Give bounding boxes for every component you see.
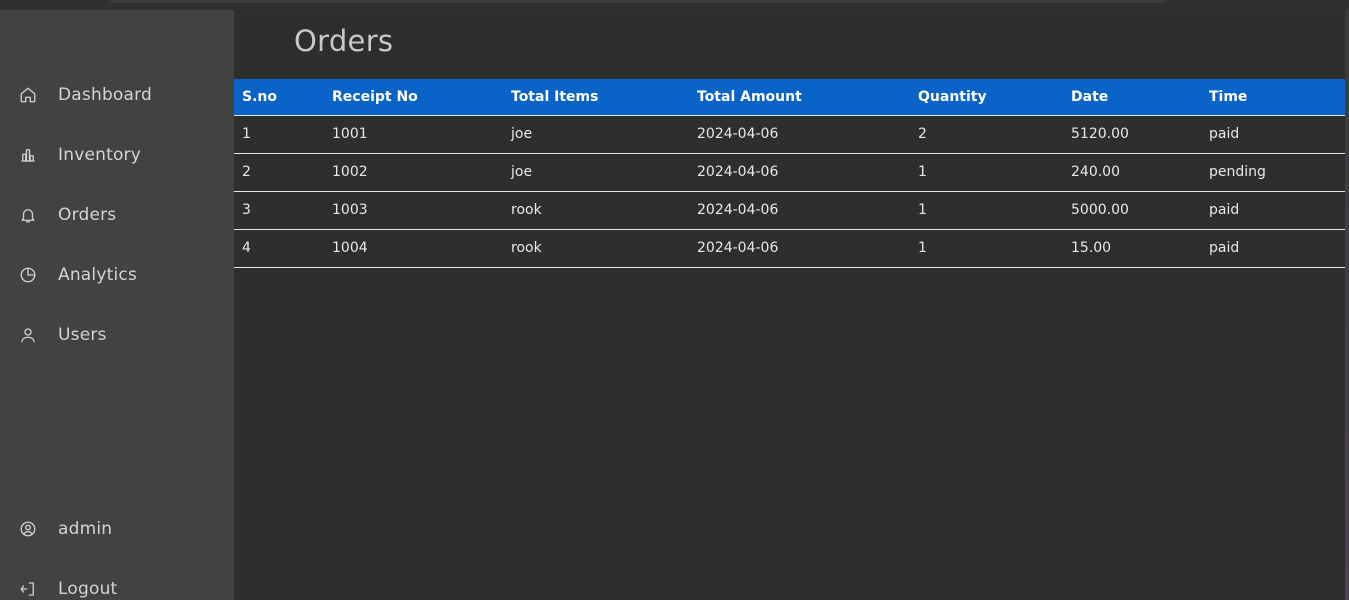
table-row[interactable]: 2 1002 joe 2024-04-06 1 240.00 pending [234, 152, 1345, 191]
account-label: admin [58, 519, 113, 539]
bell-icon [19, 206, 37, 224]
cell-sno: 3 [234, 190, 324, 229]
logout-icon [19, 580, 37, 598]
sidebar-item-inventory[interactable]: Inventory [0, 135, 234, 175]
cell-date: 15.00 [1063, 228, 1201, 268]
logout-label: Logout [58, 579, 118, 599]
column-header-quantity: Quantity [910, 79, 1063, 115]
column-header-time: Time [1201, 79, 1345, 115]
cell-quantity: 1 [910, 152, 1063, 191]
cell-total-amount: 2024-04-06 [689, 114, 910, 153]
cell-sno: 1 [234, 114, 324, 153]
page-title: Orders [294, 24, 394, 58]
sidebar-item-users[interactable]: Users [0, 315, 234, 355]
sidebar-item-admin[interactable]: admin [0, 509, 234, 549]
cell-receipt-no: 1004 [324, 228, 503, 268]
cell-total-amount: 2024-04-06 [689, 152, 910, 191]
sidebar-item-label: Users [58, 325, 107, 345]
app-window: Dashboard Inventory Orders Analytics Use [0, 0, 1349, 600]
sidebar-item-label: Inventory [58, 145, 141, 165]
cell-total-items: joe [503, 152, 689, 191]
bar-chart-icon [19, 146, 37, 164]
cell-receipt-no: 1001 [324, 114, 503, 153]
home-icon [19, 86, 37, 104]
pie-chart-icon [19, 266, 37, 284]
cell-receipt-no: 1003 [324, 190, 503, 229]
cell-time: pending [1201, 152, 1345, 191]
user-circle-icon [19, 520, 37, 538]
window-right-edge [1345, 10, 1349, 600]
column-header-sno: S.no [234, 79, 324, 115]
cell-time: paid [1201, 190, 1345, 229]
cell-time: paid [1201, 114, 1345, 153]
sidebar-item-label: Analytics [58, 265, 137, 285]
sidebar-item-label: Dashboard [58, 85, 153, 105]
column-header-receipt-no: Receipt No [324, 79, 503, 115]
cell-receipt-no: 1002 [324, 152, 503, 191]
logout-button[interactable]: Logout [0, 569, 234, 600]
column-header-date: Date [1063, 79, 1201, 115]
cell-total-amount: 2024-04-06 [689, 190, 910, 229]
cell-time: paid [1201, 228, 1345, 268]
column-header-total-items: Total Items [503, 79, 689, 115]
table-header-row: S.no Receipt No Total Items Total Amount… [234, 79, 1345, 115]
main-content: Orders S.no Receipt No Total Items Total… [234, 10, 1345, 600]
orders-table: S.no Receipt No Total Items Total Amount… [234, 79, 1345, 268]
cell-quantity: 1 [910, 190, 1063, 229]
sidebar-item-analytics[interactable]: Analytics [0, 255, 234, 295]
table-row[interactable]: 1 1001 joe 2024-04-06 2 5120.00 paid [234, 114, 1345, 153]
table-row[interactable]: 3 1003 rook 2024-04-06 1 5000.00 paid [234, 190, 1345, 229]
address-bar-edge [110, 0, 1165, 3]
cell-date: 5120.00 [1063, 114, 1201, 153]
sidebar-item-orders[interactable]: Orders [0, 195, 234, 235]
cell-total-items: rook [503, 190, 689, 229]
sidebar-item-dashboard[interactable]: Dashboard [0, 75, 234, 115]
cell-quantity: 2 [910, 114, 1063, 153]
cell-sno: 2 [234, 152, 324, 191]
user-icon [19, 326, 37, 344]
cell-date: 240.00 [1063, 152, 1201, 191]
sidebar: Dashboard Inventory Orders Analytics Use [0, 10, 234, 600]
table-row[interactable]: 4 1004 rook 2024-04-06 1 15.00 paid [234, 228, 1345, 268]
cell-total-items: joe [503, 114, 689, 153]
browser-top-strip [0, 0, 1349, 10]
sidebar-item-label: Orders [58, 205, 117, 225]
column-header-total-amount: Total Amount [689, 79, 910, 115]
cell-date: 5000.00 [1063, 190, 1201, 229]
cell-total-amount: 2024-04-06 [689, 228, 910, 268]
cell-quantity: 1 [910, 228, 1063, 268]
cell-total-items: rook [503, 228, 689, 268]
cell-sno: 4 [234, 228, 324, 268]
